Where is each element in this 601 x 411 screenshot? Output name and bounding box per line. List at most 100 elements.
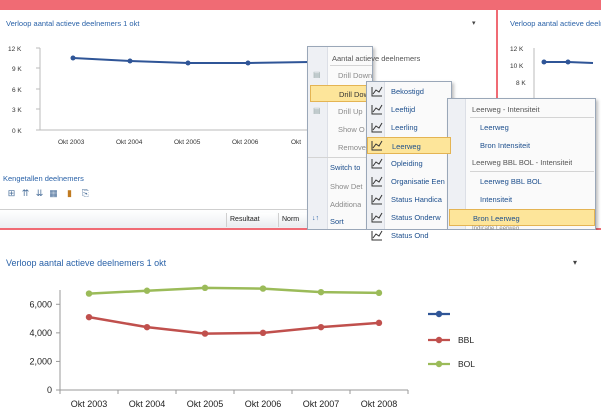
submenu-item-leeftijd[interactable]: Leeftijd (391, 101, 451, 118)
top-mini-point (70, 55, 76, 61)
line-chart-icon (371, 158, 383, 169)
x-tick-label: Okt 2007 (303, 399, 340, 409)
line-chart-icon (371, 230, 383, 241)
legend-swatch-marker (435, 310, 443, 318)
top-xtick: Okt (291, 139, 301, 146)
kengetallen-grid-header: Resultaat Norm (0, 209, 310, 228)
y-tick-label: 6,000 (29, 299, 52, 309)
top-xtick: Okt 2004 (116, 139, 143, 146)
sort-icon: ↓↑ (312, 215, 319, 222)
x-tick-label: Okt 2004 (129, 399, 166, 409)
data-point-bol (259, 285, 267, 292)
series-line-bbl (88, 315, 380, 335)
x-tick-label: Okt 2006 (245, 399, 282, 409)
leerweg-item-leerweg-bbl-bol[interactable]: Leerweg BBL BOL (480, 173, 542, 190)
context-menu-separator (308, 157, 372, 158)
top-xtick: Okt 2003 (58, 139, 85, 146)
toolbar-indent-icon[interactable]: ⇈ (20, 188, 31, 199)
submenu-item-opleiding[interactable]: Opleiding (391, 155, 451, 172)
data-point-bbl (375, 319, 383, 327)
top-right-mini-point (565, 59, 571, 65)
toolbar-outdent-icon[interactable]: ⇊ (34, 188, 45, 199)
top-ytick: 6 K (12, 87, 22, 94)
y-tick-label: 2,000 (29, 356, 52, 366)
data-point-bbl (201, 330, 209, 337)
toolbar-table-icon[interactable]: ▦ (48, 188, 59, 199)
top-chart-menu-arrow[interactable]: ▾ (472, 19, 476, 27)
top-ytick: 3 K (12, 107, 22, 114)
leerweg-item-intensiteit[interactable]: Intensiteit (480, 191, 512, 208)
data-point-bol (317, 288, 325, 296)
submenu-item-organisatie-een[interactable]: Organisatie Een (391, 173, 451, 190)
main-line-chart: 6,000 4,000 2,000 0 Okt 2003 Okt 2004 Okt 2005… (29, 284, 475, 409)
leerweg-item-leerweg[interactable]: Leerweg (480, 119, 509, 136)
kengetallen-title: Kengetallen deelnemers (3, 174, 84, 183)
series-line-bol (88, 286, 380, 295)
top-mini-point (127, 58, 133, 64)
legend-label: BBL (458, 335, 474, 345)
submenu-item-label: Leeftijd (391, 105, 416, 114)
line-chart-icon (371, 86, 383, 97)
toolbar-chart-icon[interactable]: ▮ (64, 188, 75, 199)
submenu-item-label: Organisatie Een (391, 177, 445, 186)
line-chart-icon (371, 104, 383, 115)
submenu-item-status-ond[interactable]: Status Ond (391, 227, 451, 244)
top-ytick: 9 K (12, 66, 22, 73)
menu-item-show-details[interactable]: Show Det (330, 178, 363, 195)
data-point-bol (143, 287, 151, 294)
top-right-title: Verloop aantal actieve deeln (510, 19, 601, 28)
submenu-item-label: Status Onderw (391, 213, 441, 222)
submenu-item-status-onderw[interactable]: Status Onderw (391, 209, 451, 226)
leerweg-group2-header: Leerweg BBL BOL - Intensiteit (472, 158, 573, 167)
top-ytick: 0 K (12, 128, 22, 135)
top-right-ytick: 8 K (516, 80, 526, 87)
legend-swatch-marker (435, 336, 443, 344)
chart-context-menu: Aantal actieve deelnemers ▤ Drill Down D… (307, 46, 420, 230)
top-ytick: 12 K (8, 46, 22, 53)
menu-item-drill-down-to[interactable]: Drill Dow (310, 85, 373, 102)
submenu-item-label: Opleiding (391, 159, 423, 168)
submenu-item-status-handica[interactable]: Status Handica (391, 191, 451, 208)
top-right-ytick: 10 K (510, 63, 524, 70)
submenu-item-bekostigd[interactable]: Bekostigd (391, 83, 451, 100)
data-point-bbl (317, 323, 325, 331)
data-point-bbl (259, 329, 267, 337)
y-tick-label: 0 (47, 385, 52, 395)
menu-item-additional[interactable]: Additiona (330, 196, 361, 213)
x-tick-label: Okt 2005 (187, 399, 224, 409)
drill-down-icon: ▤ (313, 70, 321, 79)
submenu-item-label: Leerweg (392, 142, 421, 151)
top-right-ytick: 12 K (510, 46, 524, 53)
submenu-item-label: Bekostigd (391, 87, 424, 96)
legend-label: BOL (458, 359, 475, 369)
drill-up-icon: ▤ (313, 106, 321, 115)
top-xtick: Okt 2006 (232, 139, 259, 146)
top-mini-point (185, 60, 191, 66)
leerweg-separator (470, 117, 594, 118)
leerweg-group1-header: Leerweg - Intensiteit (472, 105, 540, 114)
top-mini-chart: 12 K 9 K 6 K 3 K 0 K Okt 2003 Okt 2004 O… (8, 46, 320, 146)
menu-item-switch-to[interactable]: Switch to (330, 159, 360, 176)
submenu-item-label: Status Ond (391, 231, 429, 240)
menu-item-remove[interactable]: Remove (338, 139, 366, 156)
menu-item-show-only[interactable]: Show O (338, 121, 365, 138)
menu-item-sort[interactable]: Sort (330, 213, 344, 230)
column-header-norm[interactable]: Norm (278, 213, 310, 227)
line-chart-icon (371, 212, 383, 223)
toolbar-export-icon[interactable]: ⎘ (80, 188, 91, 199)
leerweg-separator (470, 171, 594, 172)
line-chart-icon (371, 176, 383, 187)
leerweg-item-bron-intensiteit[interactable]: Bron Intensiteit (480, 137, 530, 154)
leerweg-item-bron-leerweg[interactable]: Bron Leerweg (449, 209, 595, 226)
column-header-resultaat[interactable]: Resultaat (226, 213, 276, 227)
line-chart-icon (371, 194, 383, 205)
menu-item-drill-up[interactable]: Drill Up (338, 103, 363, 120)
submenu-item-leerling[interactable]: Leerling (391, 119, 451, 136)
legend-swatch-marker (435, 360, 443, 368)
x-tick-label: Okt 2008 (361, 399, 398, 409)
kengetallen-toolbar: ⊞ ⇈ ⇊ ▦ ▮ ⎘ (6, 188, 166, 204)
bottom-panel: Verloop aantal actieve deelnemers 1 okt … (0, 230, 601, 411)
line-chart-icon (371, 122, 383, 133)
data-point-bol (85, 290, 93, 297)
toolbar-expand-icon[interactable]: ⊞ (6, 188, 17, 199)
